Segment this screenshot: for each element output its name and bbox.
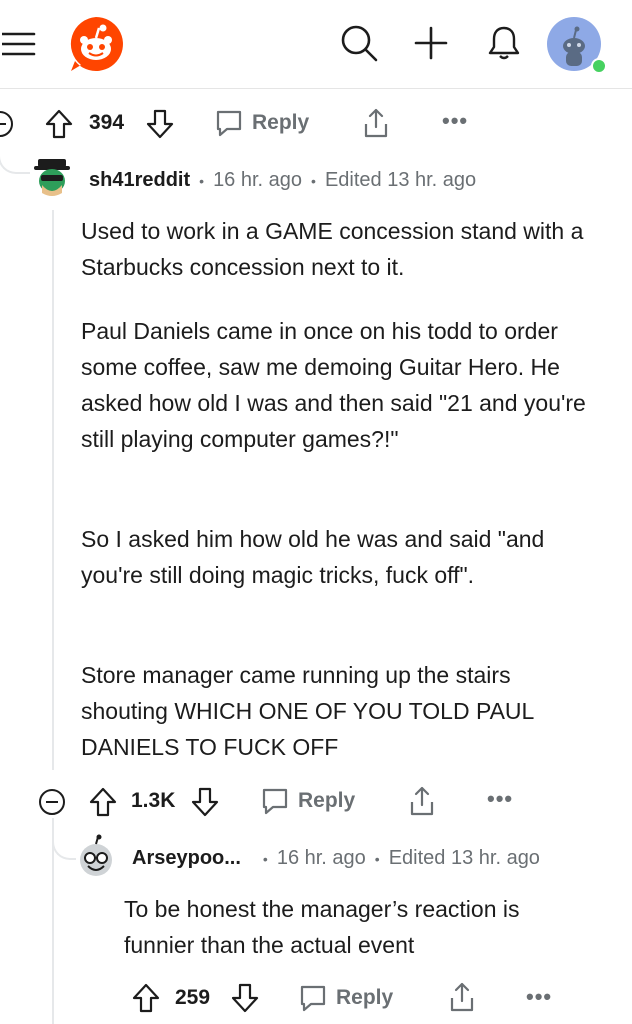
reply-button[interactable]: Reply <box>298 983 393 1013</box>
top-navigation-bar <box>0 0 632 89</box>
plus-icon[interactable] <box>412 24 450 62</box>
share-icon[interactable] <box>408 784 436 818</box>
reply-text: To be honest the manager’s reaction is f… <box>124 896 520 958</box>
thread-connector <box>0 136 30 174</box>
reddit-snoo-logo-icon[interactable] <box>66 14 126 74</box>
edited-timestamp: Edited 13 hr. ago <box>324 169 477 191</box>
search-icon[interactable] <box>338 22 380 64</box>
meta-separator: • <box>262 850 268 867</box>
vote-count: 394 <box>89 111 125 134</box>
reply-bubble-icon <box>262 788 288 815</box>
commenter-avatar[interactable] <box>32 155 72 199</box>
share-icon[interactable] <box>448 980 476 1014</box>
username[interactable]: Arseypoo... <box>132 847 241 870</box>
online-status-dot <box>591 58 607 74</box>
reply-bubble-icon <box>300 985 326 1012</box>
username[interactable]: sh41reddit <box>89 169 190 192</box>
meta-separator: • <box>199 172 205 189</box>
thread-line <box>52 210 54 770</box>
downvote-arrow-icon[interactable] <box>230 982 260 1014</box>
comment-paragraph: Paul Daniels came in once on his todd to… <box>81 318 586 452</box>
reply-bubble-icon <box>216 110 242 137</box>
downvote-arrow-icon[interactable] <box>190 786 220 818</box>
reply-meta: Arseypoo... • 16 hr. ago • Edited 13 hr.… <box>132 847 540 870</box>
edited-timestamp: Edited 13 hr. ago <box>388 847 540 869</box>
collapse-thread-button[interactable] <box>0 110 14 138</box>
vote-count: 1.3K <box>131 789 176 812</box>
hamburger-menu-icon[interactable] <box>0 24 40 64</box>
upvote-arrow-icon[interactable] <box>44 108 74 140</box>
comment-paragraph: Used to work in a GAME concession stand … <box>81 218 584 280</box>
reply-label: Reply <box>298 789 356 812</box>
more-options-icon[interactable]: ••• <box>442 108 468 134</box>
meta-separator: • <box>374 850 380 867</box>
thread-connector <box>52 818 76 860</box>
bell-icon[interactable] <box>484 22 524 64</box>
comment-meta: sh41reddit • 16 hr. ago • Edited 13 hr. … <box>89 169 476 192</box>
reply-button[interactable]: Reply <box>214 108 309 138</box>
reply-label: Reply <box>252 111 310 134</box>
downvote-arrow-icon[interactable] <box>145 108 175 140</box>
thread-line <box>52 822 54 1024</box>
upvote-arrow-icon[interactable] <box>131 982 161 1014</box>
meta-separator: • <box>311 172 316 189</box>
vote-count: 259 <box>175 986 211 1009</box>
more-options-icon[interactable]: ••• <box>526 984 552 1010</box>
timestamp: 16 hr. ago <box>276 847 366 869</box>
share-icon[interactable] <box>362 106 390 140</box>
timestamp: 16 hr. ago <box>213 169 303 191</box>
more-options-icon[interactable]: ••• <box>487 786 513 812</box>
upvote-arrow-icon[interactable] <box>88 786 118 818</box>
reply-label: Reply <box>336 986 394 1009</box>
reply-avatar[interactable] <box>76 834 116 878</box>
comment-paragraph: So I asked him how old he was and said "… <box>81 526 545 588</box>
collapse-thread-button[interactable] <box>38 788 66 816</box>
comment-paragraph: Store manager came running up the stairs… <box>81 662 534 760</box>
reply-button[interactable]: Reply <box>260 786 355 816</box>
